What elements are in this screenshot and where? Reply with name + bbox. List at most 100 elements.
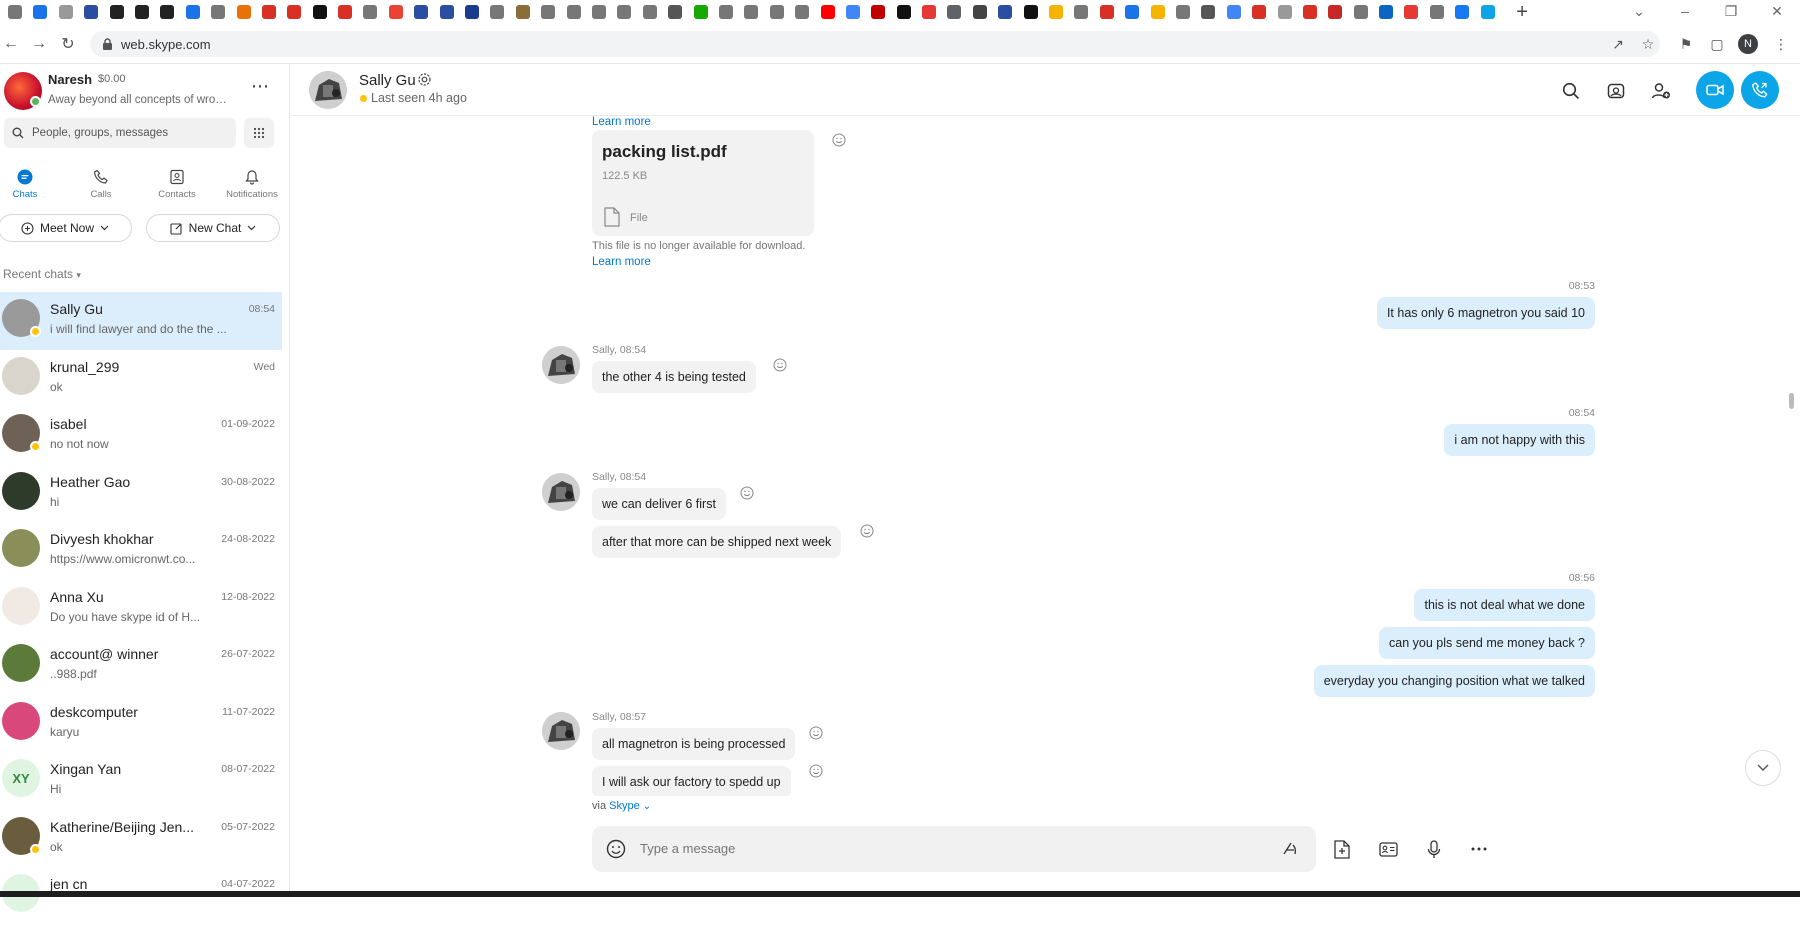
emoji-icon[interactable] — [606, 839, 626, 859]
browser-tab[interactable] — [1350, 1, 1372, 23]
add-reaction-icon[interactable] — [773, 358, 787, 372]
chat-list-item[interactable]: Sally Gu 08:54 i will find lawyer and do t… — [0, 292, 282, 350]
browser-tab[interactable] — [613, 1, 635, 23]
browser-tab[interactable] — [1020, 1, 1042, 23]
outgoing-message[interactable]: this is not deal what we done — [1414, 589, 1595, 621]
browser-tab[interactable] — [588, 1, 610, 23]
sidepanel-icon[interactable]: ▢ — [1706, 33, 1728, 55]
forward-button[interactable]: → — [28, 33, 50, 55]
browser-tab[interactable] — [106, 1, 128, 23]
browser-tab[interactable] — [791, 1, 813, 23]
browser-tab[interactable] — [1375, 1, 1397, 23]
browser-tab[interactable] — [1070, 1, 1092, 23]
search-input[interactable]: People, groups, messages — [4, 118, 236, 148]
browser-tab[interactable] — [359, 1, 381, 23]
extensions-icon[interactable]: ⚑ — [1675, 33, 1697, 55]
tab-notifications[interactable]: Notifications — [219, 168, 285, 200]
chat-list-item[interactable]: Heather Gao 30-08-2022 hi — [0, 465, 282, 523]
via-skype-selector[interactable]: via Skype ⌄ — [592, 800, 651, 812]
browser-tab[interactable] — [893, 1, 915, 23]
new-tab-button[interactable]: + — [1510, 1, 1534, 23]
browser-menu-icon[interactable]: ⋮ — [1770, 33, 1792, 55]
add-reaction-icon[interactable] — [809, 764, 823, 778]
file-card[interactable]: packing list.pdf 122.5 KB File — [592, 130, 814, 236]
share-icon[interactable]: ↗ — [1607, 33, 1629, 55]
meet-now-button[interactable]: Meet Now — [0, 214, 132, 242]
outgoing-message[interactable]: i am not happy with this — [1444, 424, 1595, 456]
browser-tab[interactable] — [1223, 1, 1245, 23]
learn-more-link[interactable]: Learn more — [592, 256, 651, 268]
close-window-button[interactable]: ✕ — [1754, 0, 1800, 22]
sender-avatar[interactable] — [542, 712, 580, 750]
recent-chats-filter[interactable]: Recent chats ▾ — [3, 267, 81, 281]
chat-list-item[interactable]: Katherine/Beijing Jen... 05-07-2022 ok — [0, 810, 282, 868]
mood-message[interactable]: Away beyond all concepts of wrong... — [48, 94, 233, 106]
format-text-icon[interactable] — [1282, 841, 1298, 857]
browser-tab[interactable] — [537, 1, 559, 23]
browser-tab[interactable] — [1096, 1, 1118, 23]
reload-button[interactable]: ↻ — [57, 33, 79, 55]
tab-search-icon[interactable]: ⌄ — [1616, 0, 1662, 22]
url-field[interactable]: web.skype.com — [90, 31, 1660, 57]
chat-list-item[interactable]: Divyesh khokhar 24-08-2022 https://www.omi… — [0, 522, 282, 580]
send-contact-button[interactable] — [1372, 833, 1404, 865]
browser-tab[interactable] — [80, 1, 102, 23]
browser-tab[interactable] — [969, 1, 991, 23]
chat-list-item[interactable]: Anna Xu 12-08-2022 Do you have skype id of… — [0, 580, 282, 638]
tab-contacts[interactable]: Contacts — [144, 168, 210, 200]
browser-tab[interactable] — [1426, 1, 1448, 23]
voice-message-button[interactable] — [1418, 833, 1450, 865]
browser-tab[interactable] — [156, 1, 178, 23]
browser-tab[interactable] — [994, 1, 1016, 23]
add-reaction-icon[interactable] — [809, 726, 823, 740]
browser-tab[interactable] — [867, 1, 889, 23]
incoming-message[interactable]: after that more can be shipped next week — [592, 526, 842, 558]
browser-tab[interactable] — [1274, 1, 1296, 23]
browser-tab[interactable] — [55, 1, 77, 23]
browser-tab[interactable] — [207, 1, 229, 23]
browser-tab[interactable] — [1147, 1, 1169, 23]
browser-tab[interactable] — [715, 1, 737, 23]
browser-tab[interactable] — [1477, 1, 1499, 23]
browser-tab[interactable] — [1324, 1, 1346, 23]
browser-tab[interactable] — [309, 1, 331, 23]
browser-tab[interactable] — [740, 1, 762, 23]
audio-call-button[interactable] — [1741, 71, 1779, 109]
browser-tab[interactable] — [1045, 1, 1067, 23]
add-people-button[interactable] — [1645, 75, 1677, 107]
browser-tab[interactable] — [1248, 1, 1270, 23]
chat-list-item[interactable]: XY Xingan Yan 08-07-2022 Hi — [0, 752, 282, 810]
chat-list-item[interactable]: krunal_299 Wed ok — [0, 350, 282, 408]
browser-tab[interactable] — [664, 1, 686, 23]
message-input[interactable] — [640, 826, 1240, 872]
search-in-chat-button[interactable] — [1555, 75, 1587, 107]
browser-tab[interactable] — [385, 1, 407, 23]
my-name[interactable]: Naresh — [48, 72, 92, 87]
outgoing-message[interactable]: everyday you changing position what we t… — [1313, 665, 1595, 697]
browser-tab[interactable] — [512, 1, 534, 23]
sender-avatar[interactable] — [542, 346, 580, 384]
incoming-message[interactable]: all magnetron is being processed — [592, 728, 796, 760]
incoming-message[interactable]: I will ask our factory to spedd up — [592, 766, 791, 796]
browser-tab[interactable] — [563, 1, 585, 23]
back-button[interactable]: ← — [0, 33, 22, 55]
browser-tab[interactable] — [639, 1, 661, 23]
new-chat-button[interactable]: New Chat — [146, 214, 280, 242]
incoming-message[interactable]: the other 4 is being tested — [592, 361, 756, 393]
browser-tab[interactable] — [4, 1, 26, 23]
chat-list-item[interactable]: deskcomputer 11-07-2022 karyu — [0, 695, 282, 753]
skype-credit[interactable]: $0.00 — [98, 73, 126, 85]
more-composer-options-button[interactable] — [1463, 833, 1495, 865]
bookmark-star-icon[interactable]: ☆ — [1637, 33, 1659, 55]
browser-tab[interactable] — [943, 1, 965, 23]
chat-list-item[interactable]: account@ winner 26-07-2022 ..988.pdf — [0, 637, 282, 695]
contact-name[interactable]: Sally Gu — [359, 72, 416, 89]
tab-calls[interactable]: Calls — [68, 168, 134, 200]
add-reaction-icon[interactable] — [832, 133, 846, 147]
browser-tab[interactable] — [410, 1, 432, 23]
browser-tab[interactable] — [1197, 1, 1219, 23]
gallery-button[interactable] — [1600, 75, 1632, 107]
browser-tab[interactable] — [766, 1, 788, 23]
browser-tab[interactable] — [182, 1, 204, 23]
dialpad-button[interactable] — [244, 118, 274, 148]
